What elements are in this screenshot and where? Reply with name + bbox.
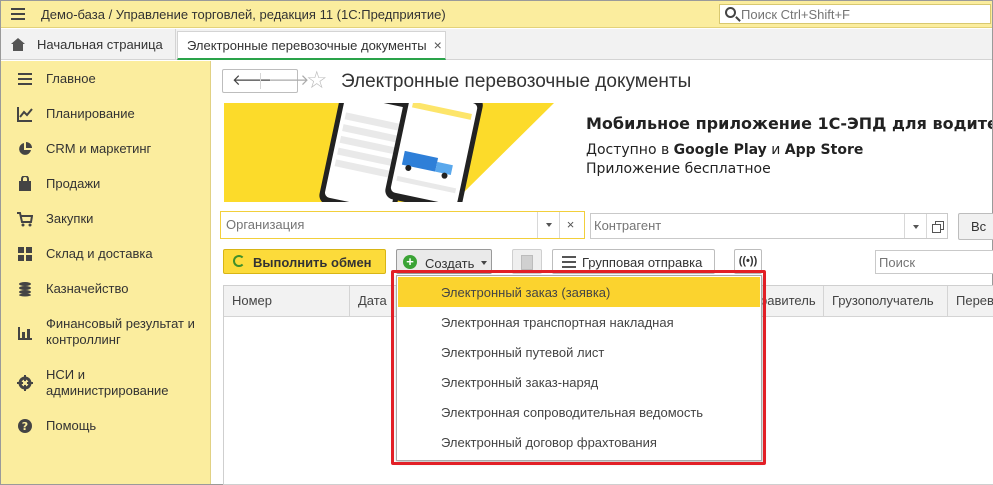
refresh-icon xyxy=(233,255,245,267)
sidebar-item-label: Главное xyxy=(46,71,96,86)
banner-text: Доступно в xyxy=(586,142,674,158)
banner-availability: Доступно в Google Play и App Store xyxy=(586,142,863,158)
banner-heading: Мобильное приложение 1С-ЭПД для водителе… xyxy=(586,114,992,133)
column-header-consignee[interactable]: Грузополучатель xyxy=(824,286,948,316)
run-exchange-button[interactable]: Выполнить обмен xyxy=(223,249,386,274)
global-search-input[interactable] xyxy=(741,6,981,22)
tab-transport-documents[interactable]: Электронные перевозочные документы × xyxy=(177,31,446,60)
chevron-down-icon[interactable] xyxy=(537,212,559,238)
sidebar-item-label: Планирование xyxy=(46,106,135,121)
column-header-number[interactable]: Номер xyxy=(224,286,350,316)
group-send-label: Групповая отправка xyxy=(582,255,703,270)
tab-active-label: Электронные перевозочные документы xyxy=(187,37,427,53)
run-exchange-label: Выполнить обмен xyxy=(253,255,372,270)
history-nav: 🡐 🡒 xyxy=(222,69,309,93)
chevron-down-icon xyxy=(481,261,487,265)
sidebar-item-label: Казначейство xyxy=(46,281,129,296)
organization-field[interactable]: × xyxy=(220,211,585,239)
pie-icon xyxy=(17,141,33,157)
forward-arrow-icon[interactable]: 🡒 xyxy=(269,72,309,90)
back-arrow-icon[interactable]: 🡐 xyxy=(232,72,272,90)
sidebar-item-label: Закупки xyxy=(46,211,94,226)
gear-icon xyxy=(17,375,33,391)
sidebar-item-label: Склад и доставка xyxy=(46,246,153,261)
clear-icon[interactable]: × xyxy=(559,212,581,238)
app-store-label: App Store xyxy=(784,142,864,158)
svg-text:?: ? xyxy=(22,420,28,433)
help-icon: ? xyxy=(17,418,33,434)
sidebar-item-label: Продажи xyxy=(46,176,101,191)
sidebar-item-label: НСИ и администрирование xyxy=(46,367,169,398)
global-search[interactable] xyxy=(719,4,991,24)
grid-icon xyxy=(17,246,33,262)
sidebar-item-label: Помощь xyxy=(46,418,97,433)
tab-bar: Начальная страница Электронные перевозоч… xyxy=(1,29,992,60)
google-play-label: Google Play xyxy=(673,142,767,158)
cart-icon xyxy=(17,211,34,227)
all-button[interactable]: Вс xyxy=(958,213,993,240)
counterparty-input[interactable] xyxy=(594,218,894,233)
sidebar-item-label: CRM и маркетинг xyxy=(46,141,152,156)
promo-banner[interactable]: Мобильное приложение 1С-ЭПД для водителе… xyxy=(224,103,992,202)
banner-text: и xyxy=(766,142,785,158)
sidebar: Главное Планирование CRM и маркетинг Про… xyxy=(1,61,211,484)
sidebar-item-label: Финансовый результат и контроллинг xyxy=(46,316,195,347)
list-search-input[interactable] xyxy=(879,255,989,270)
page-title: Электронные перевозочные документы xyxy=(341,71,692,92)
home-icon xyxy=(11,37,25,51)
tab-home[interactable]: Начальная страница xyxy=(1,29,176,59)
create-label: Создать xyxy=(425,256,475,271)
title-bar: Демо-база / Управление торговлей, редакц… xyxy=(1,1,992,28)
list-icon xyxy=(562,256,576,268)
main-menu-icon[interactable] xyxy=(11,8,25,20)
column-header-carrier[interactable]: Перев xyxy=(948,286,993,316)
organization-input[interactable] xyxy=(226,217,536,232)
chevron-down-icon[interactable] xyxy=(904,214,926,238)
window-title: Демо-база / Управление торговлей, редакц… xyxy=(41,7,446,22)
plus-icon: + xyxy=(403,255,417,269)
search-icon xyxy=(725,7,736,18)
highlight-frame xyxy=(391,270,766,465)
menu-lines-icon xyxy=(17,71,33,87)
banner-free-note: Приложение бесплатное xyxy=(586,161,771,177)
bar-chart-icon xyxy=(17,324,33,340)
tab-home-label: Начальная страница xyxy=(37,36,163,52)
close-tab-icon[interactable]: × xyxy=(434,37,442,53)
list-search[interactable] xyxy=(875,250,993,274)
open-form-icon[interactable] xyxy=(926,214,948,238)
favorite-star-icon[interactable]: ☆ xyxy=(306,68,328,94)
chart-icon xyxy=(17,106,33,122)
coins-icon xyxy=(17,281,33,297)
bag-icon xyxy=(17,175,33,192)
counterparty-field[interactable] xyxy=(590,213,948,239)
